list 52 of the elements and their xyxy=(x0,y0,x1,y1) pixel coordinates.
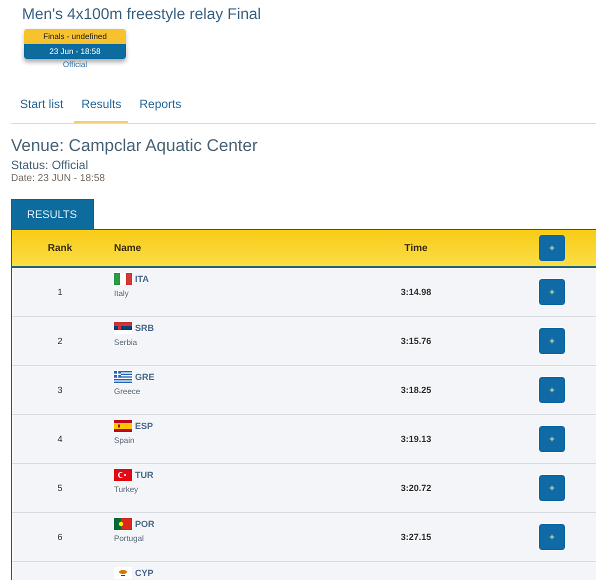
rank-cell-text: 3 xyxy=(56,385,64,395)
tab[interactable]: Start list xyxy=(13,91,70,123)
expand-button[interactable]: + xyxy=(539,475,565,501)
rank-cell-text: 6 xyxy=(56,532,64,542)
flag-icon xyxy=(114,371,132,383)
rank-cell-text: 5 xyxy=(56,483,64,493)
expand-button[interactable]: + xyxy=(539,377,565,403)
flag-icon xyxy=(114,518,132,530)
time-cell-text: 3:18.25 xyxy=(400,385,432,395)
event-status: Official xyxy=(62,60,88,69)
time-cell-text: 3:15.76 xyxy=(400,336,432,346)
date-text: Date: 23 JUN - 18:58 xyxy=(11,173,106,184)
country-code: POR xyxy=(135,519,155,529)
country-name: Turkey xyxy=(114,485,140,494)
rank-cell-text: 2 xyxy=(56,336,64,346)
phase-label: Finals - undefined xyxy=(24,29,126,44)
time-cell-text: 3:14.98 xyxy=(400,287,432,297)
expand-button[interactable]: + xyxy=(539,426,565,452)
country-code: ESP xyxy=(135,421,154,431)
country-name: Spain xyxy=(114,436,136,445)
expand-button[interactable]: + xyxy=(539,235,565,261)
event-datetime: 23 Jun - 18:58 xyxy=(24,44,126,59)
country-code: SRB xyxy=(135,323,154,333)
time-cell-text: 3:27.15 xyxy=(400,532,432,542)
country-name: Italy xyxy=(114,289,130,298)
flag-icon xyxy=(114,322,132,334)
tab[interactable]: Results xyxy=(74,91,128,123)
event-title: Men's 4x100m freestyle relay Final xyxy=(22,6,262,24)
country-name: Serbia xyxy=(114,338,138,347)
country-code: CYP xyxy=(135,568,154,578)
country-name: Portugal xyxy=(114,534,145,543)
country-name: Greece xyxy=(114,387,142,396)
flag-icon xyxy=(114,273,132,285)
column-header: Rank xyxy=(46,242,74,254)
tab[interactable]: Reports xyxy=(132,91,188,123)
flag-icon xyxy=(114,469,132,481)
expand-button[interactable]: + xyxy=(539,328,565,354)
country-code: ITA xyxy=(135,274,149,284)
status-text: Status: Official xyxy=(11,158,90,172)
country-code: GRE xyxy=(135,372,155,382)
venue-title: Venue: Campclar Aquatic Center xyxy=(11,136,259,156)
rank-cell-text: 4 xyxy=(56,434,64,444)
results-tab[interactable]: RESULTS xyxy=(11,199,94,229)
time-cell-text: 3:20.72 xyxy=(400,483,432,493)
time-cell-text: 3:19.13 xyxy=(400,434,432,444)
rank-cell-text: 1 xyxy=(56,287,64,297)
expand-button[interactable]: + xyxy=(539,279,565,305)
column-header: Time xyxy=(403,242,429,254)
expand-button[interactable]: + xyxy=(539,524,565,550)
column-header: Name xyxy=(113,242,142,254)
flag-icon xyxy=(114,420,132,432)
country-code: TUR xyxy=(135,470,154,480)
